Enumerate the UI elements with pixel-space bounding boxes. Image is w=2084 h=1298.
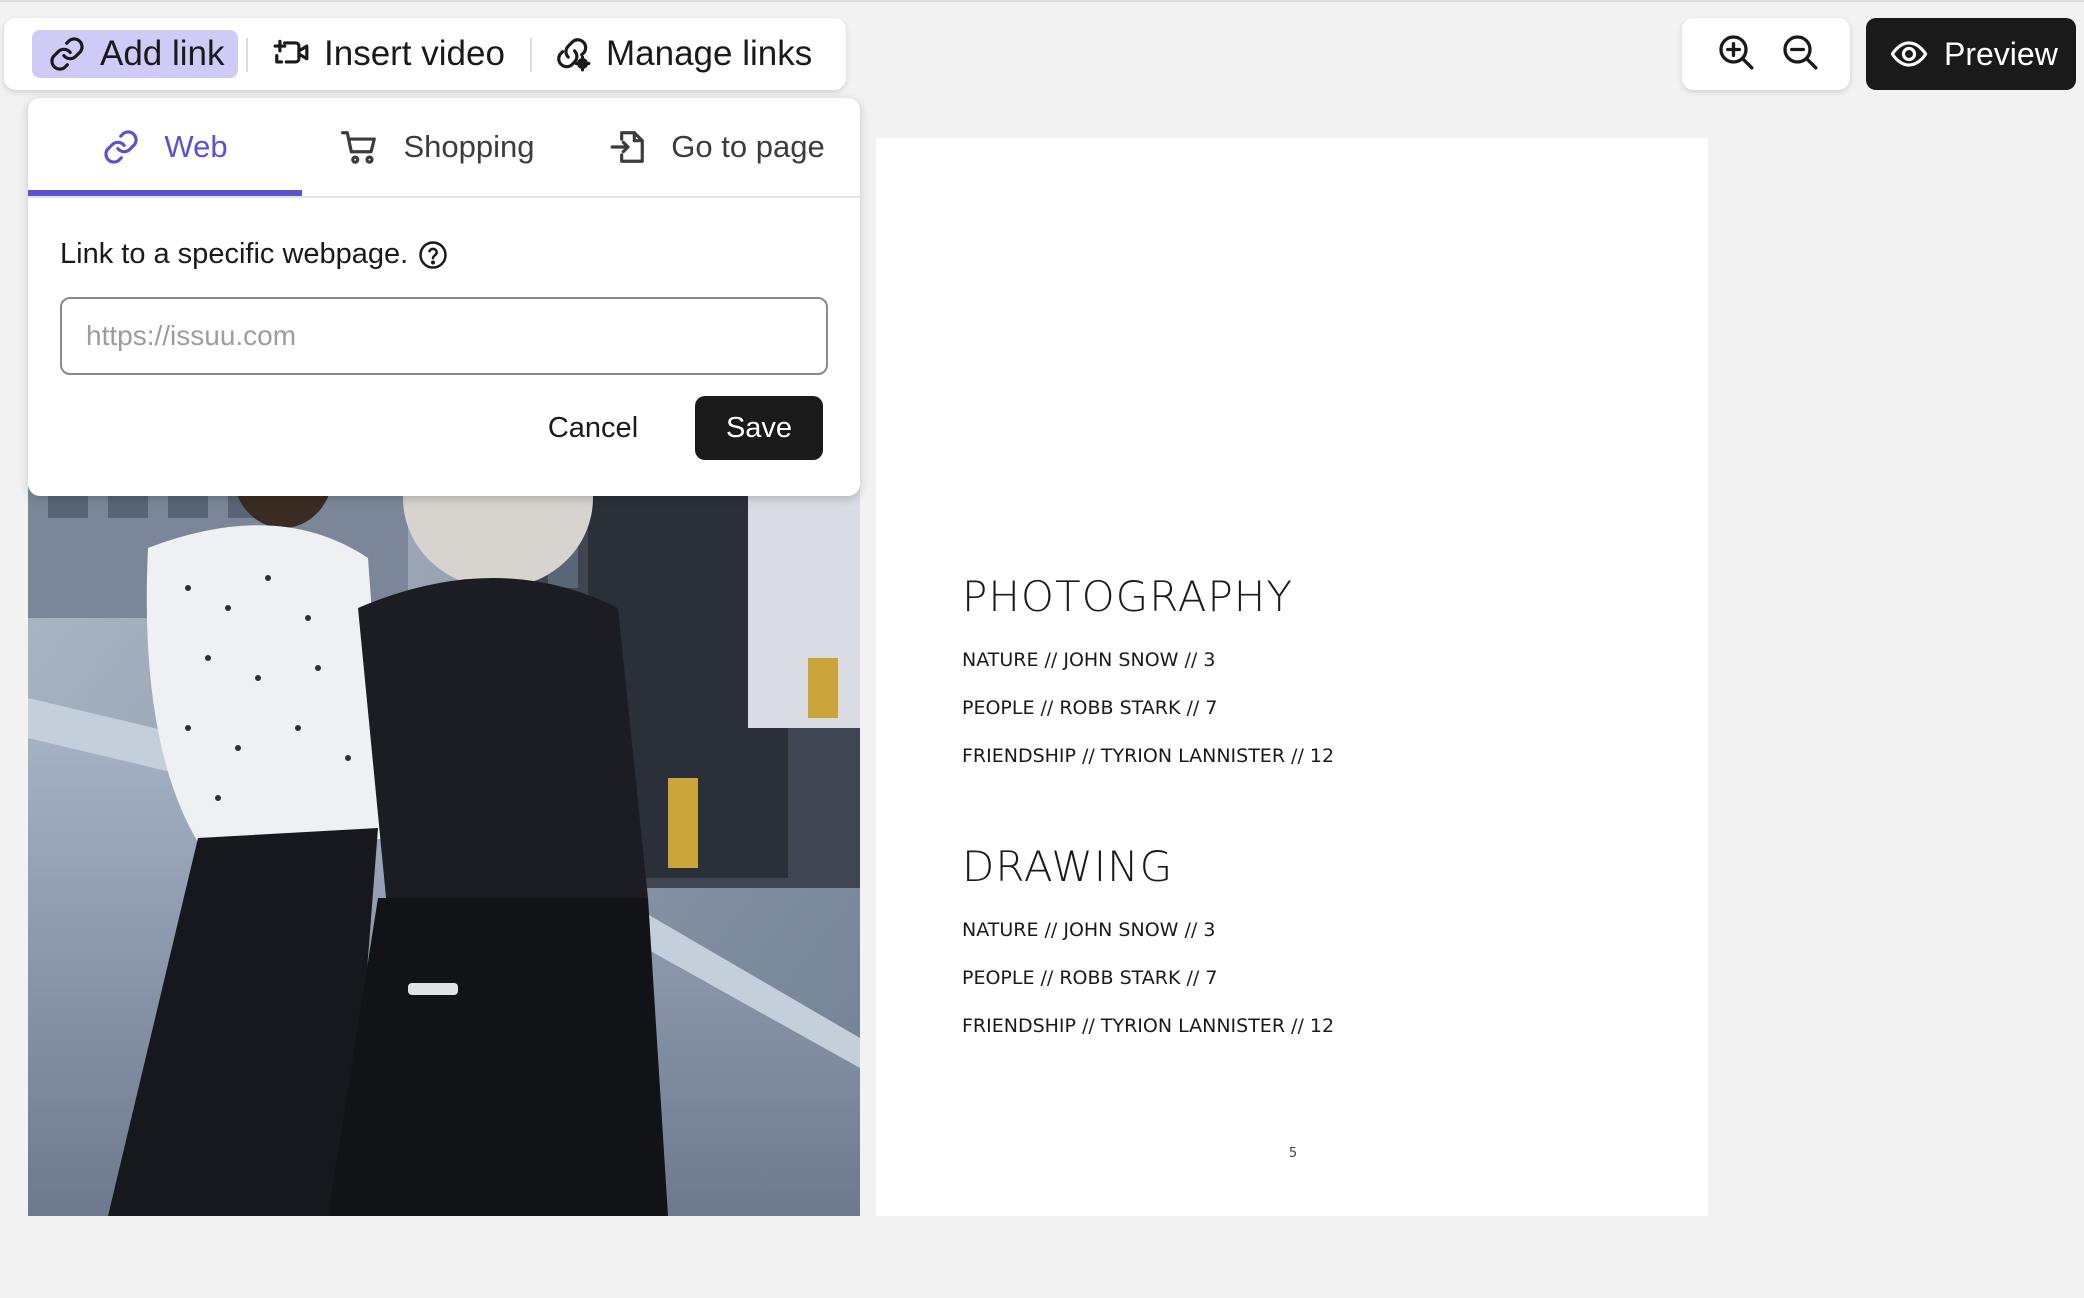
page-number: 5 bbox=[1288, 1146, 1298, 1161]
contents-item: NATURE // JOHN SNOW // 3 bbox=[962, 919, 1216, 941]
section-title: PHOTOGRAPHY bbox=[962, 572, 1294, 621]
video-icon bbox=[273, 39, 309, 64]
link-icon bbox=[50, 37, 84, 71]
link-toolbar: Add link Insert video Manage links bbox=[4, 18, 846, 90]
top-border bbox=[0, 0, 2084, 2]
section-title: DRAWING bbox=[962, 842, 1174, 891]
manage-links-button[interactable]: Manage links bbox=[554, 30, 824, 78]
toolbar-divider bbox=[246, 38, 248, 72]
cancel-button[interactable]: Cancel bbox=[528, 396, 658, 460]
insert-video-label: Insert video bbox=[324, 34, 505, 73]
contents-item: NATURE // JOHN SNOW // 3 bbox=[962, 649, 1216, 671]
tab-web-label: Web bbox=[164, 129, 228, 164]
tabs-divider bbox=[28, 196, 860, 198]
tab-go-to-page[interactable]: Go to page bbox=[574, 98, 860, 196]
zoom-out-icon[interactable] bbox=[1780, 32, 1820, 72]
url-input[interactable] bbox=[60, 297, 828, 375]
cart-icon bbox=[341, 131, 377, 164]
contents-item: FRIENDSHIP // TYRION LANNISTER // 12 bbox=[962, 745, 1335, 767]
save-button[interactable]: Save bbox=[695, 396, 823, 460]
preview-button[interactable]: Preview bbox=[1866, 18, 2076, 90]
preview-label: Preview bbox=[1944, 35, 2058, 72]
add-link-label: Add link bbox=[100, 34, 225, 73]
right-page: PHOTOGRAPHY NATURE // JOHN SNOW // 3 PEO… bbox=[876, 138, 1708, 1216]
link-settings-icon bbox=[557, 38, 591, 72]
contents-item: PEOPLE // ROBB STARK // 7 bbox=[962, 967, 1218, 989]
tab-web[interactable]: Web bbox=[28, 98, 302, 196]
add-link-popup: Web Shopping Go to page Link to a specif… bbox=[28, 98, 860, 496]
url-field-label: Link to a specific webpage. bbox=[60, 238, 448, 271]
page-enter-icon bbox=[610, 131, 645, 163]
contents-item: FRIENDSHIP // TYRION LANNISTER // 12 bbox=[962, 1015, 1335, 1037]
zoom-in-icon[interactable] bbox=[1716, 32, 1756, 72]
link-icon bbox=[104, 130, 139, 164]
contents-item: PEOPLE // ROBB STARK // 7 bbox=[962, 697, 1218, 719]
url-field-label-text: Link to a specific webpage. bbox=[60, 238, 409, 270]
manage-links-label: Manage links bbox=[606, 34, 813, 73]
tab-shopping[interactable]: Shopping bbox=[302, 98, 574, 196]
toolbar-divider bbox=[530, 38, 532, 72]
eye-icon bbox=[1890, 41, 1928, 67]
zoom-controls bbox=[1682, 18, 1850, 90]
help-circle-icon[interactable] bbox=[418, 240, 448, 270]
add-link-button[interactable]: Add link bbox=[32, 30, 238, 78]
insert-video-button[interactable]: Insert video bbox=[272, 30, 510, 78]
tab-go-to-page-label: Go to page bbox=[671, 129, 825, 164]
tab-shopping-label: Shopping bbox=[403, 129, 535, 164]
